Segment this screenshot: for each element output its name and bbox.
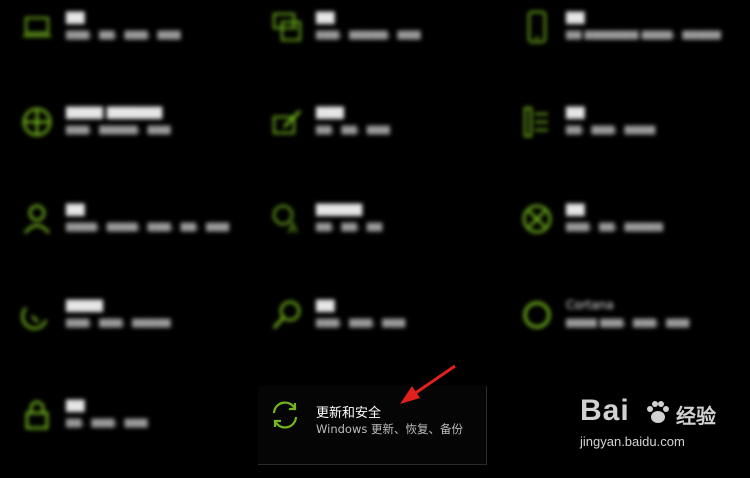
tile-privacy[interactable]: ▇▇ ▆▆、▆▆▆、▆▆▆ xyxy=(20,398,240,458)
watermark-suffix: 经验 xyxy=(676,404,716,428)
tile-devices[interactable]: ▇▇ ▆▆▆、▆▆▆▆▆、▆▆▆ xyxy=(270,10,490,70)
tile-title: 更新和安全 xyxy=(316,406,382,421)
tile-title: ▇▇▇▇ ▇▇▇▇▇▇ xyxy=(66,105,163,119)
tile-desc: ▆▆ ▆▆▆▆▆▆▆ ▆▆▆▆、▆▆▆▆▆ xyxy=(566,29,721,40)
cortana-icon xyxy=(520,298,554,332)
laptop-icon xyxy=(20,10,54,44)
tile-search[interactable]: ▇▇ ▆▆▆、▆▆▆、▆▆▆ xyxy=(270,298,490,358)
watermark-brand: Bai xyxy=(580,394,630,427)
tile-time-language[interactable]: A ▇▇▇▇▇ ▆▆、▆▆、▆▆ xyxy=(270,202,490,262)
tile-desc: ▆▆▆、▆▆▆▆▆、▆▆▆ xyxy=(316,29,421,40)
baidu-watermark: Bai 经验 jingyan.baidu.com xyxy=(580,394,730,464)
tile-title: ▇▇ xyxy=(566,105,585,119)
paw-icon xyxy=(647,401,669,423)
tile-desc: ▆▆▆、▆▆▆▆▆、▆▆▆ xyxy=(66,124,171,135)
keyboard-devices-icon xyxy=(270,10,304,44)
globe-icon xyxy=(20,105,54,139)
tile-title: ▇▇ xyxy=(66,10,85,24)
tile-desc: ▆▆▆、▆▆▆、▆▆▆ xyxy=(316,317,406,328)
tile-title: ▇▇ xyxy=(566,10,585,24)
tile-system[interactable]: ▇▇ ▆▆▆、▆▆、▆▆▆、▆▆▆ xyxy=(20,10,240,70)
tile-title: ▇▇▇▇▇ xyxy=(316,202,363,216)
tile-phone[interactable]: ▇▇ ▆▆ ▆▆▆▆▆▆▆ ▆▆▆▆、▆▆▆▆▆ xyxy=(520,10,740,70)
tile-cortana[interactable]: Cortana ▆▆▆▆ ▆▆▆、▆▆▆、▆▆▆ xyxy=(520,298,740,358)
tile-ease-of-access[interactable]: ▇▇▇▇ ▆▆▆、▆▆▆、▆▆▆▆▆ xyxy=(20,298,240,358)
person-icon xyxy=(20,202,54,236)
tile-desc: ▆▆▆▆ ▆▆▆、▆▆▆、▆▆▆ xyxy=(566,317,690,328)
search-icon xyxy=(270,298,304,332)
tile-title: ▇▇ xyxy=(316,10,335,24)
tile-title: ▇▇ xyxy=(316,298,335,312)
tile-desc: ▆▆、▆▆、▆▆▆ xyxy=(316,124,390,135)
tile-network[interactable]: ▇▇▇▇ ▇▇▇▇▇▇ ▆▆▆、▆▆▆▆▆、▆▆▆ xyxy=(20,105,240,165)
tile-gaming[interactable]: ▇▇ ▆▆▆、▆▆、▆▆▆▆▆ xyxy=(520,202,740,262)
brush-icon xyxy=(270,105,304,139)
phone-icon xyxy=(520,10,554,44)
svg-text:A: A xyxy=(288,221,298,236)
tile-desc: ▆▆▆、▆▆、▆▆▆▆▆ xyxy=(566,221,663,232)
tile-accounts[interactable]: ▇▇ ▆▆▆▆、▆▆▆▆、▆▆▆、▆▆、▆▆▆ xyxy=(20,202,240,262)
lock-icon xyxy=(20,398,54,432)
tile-desc: ▆▆、▆▆▆、▆▆▆ xyxy=(66,417,148,428)
tile-desc: ▆▆▆、▆▆▆、▆▆▆▆▆ xyxy=(66,317,171,328)
tile-title: ▇▇ xyxy=(566,202,585,216)
tile-title: ▇▇▇ xyxy=(316,105,344,119)
tile-title: ▇▇ xyxy=(66,398,85,412)
watermark-url: jingyan.baidu.com xyxy=(580,434,685,449)
tile-desc: ▆▆、▆▆▆、▆▆▆▆ xyxy=(566,124,656,135)
tile-title: ▇▇▇▇ xyxy=(66,298,103,312)
tile-update-security[interactable]: 更新和安全 Windows 更新、恢复、备份 xyxy=(258,386,487,465)
apps-list-icon xyxy=(520,105,554,139)
tile-apps[interactable]: ▇▇ ▆▆、▆▆▆、▆▆▆▆ xyxy=(520,105,740,165)
tile-title: Cortana xyxy=(566,298,614,312)
tile-desc: ▆▆、▆▆、▆▆ xyxy=(316,221,383,232)
tile-personalization[interactable]: ▇▇▇ ▆▆、▆▆、▆▆▆ xyxy=(270,105,490,165)
tile-description: Windows 更新、恢复、备份 xyxy=(316,422,463,436)
xbox-icon xyxy=(520,202,554,236)
tile-desc: ▆▆▆、▆▆、▆▆▆、▆▆▆ xyxy=(66,29,181,40)
tile-desc: ▆▆▆▆、▆▆▆▆、▆▆▆、▆▆、▆▆▆ xyxy=(66,221,230,232)
tile-title: ▇▇ xyxy=(66,202,85,216)
time-language-icon: A xyxy=(270,202,304,236)
ease-of-access-icon xyxy=(20,298,54,332)
sync-arrows-icon xyxy=(268,398,302,432)
